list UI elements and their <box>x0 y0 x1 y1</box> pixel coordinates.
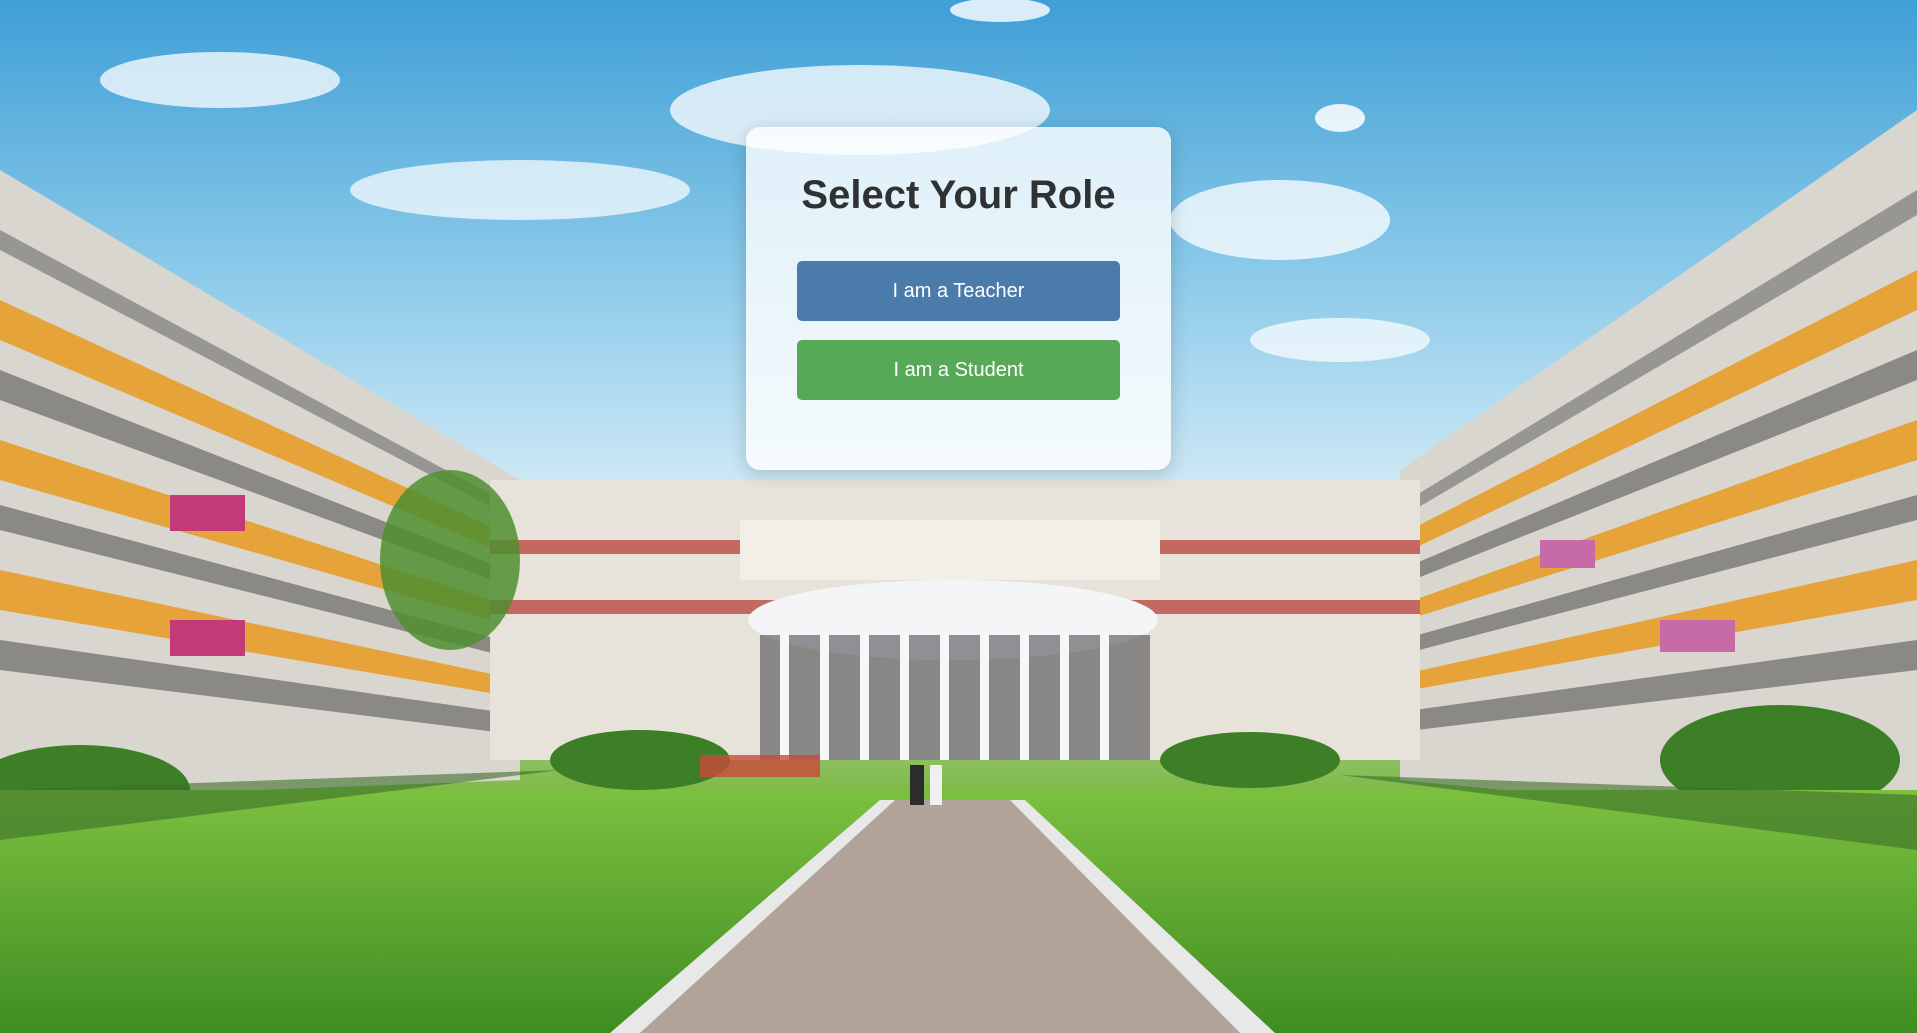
student-role-button[interactable]: I am a Student <box>797 340 1120 400</box>
role-selection-card: Select Your Role I am a Teacher I am a S… <box>746 127 1171 470</box>
teacher-role-button[interactable]: I am a Teacher <box>797 261 1120 321</box>
page-title: Select Your Role <box>801 173 1116 217</box>
page: Select Your Role I am a Teacher I am a S… <box>0 0 1917 1033</box>
